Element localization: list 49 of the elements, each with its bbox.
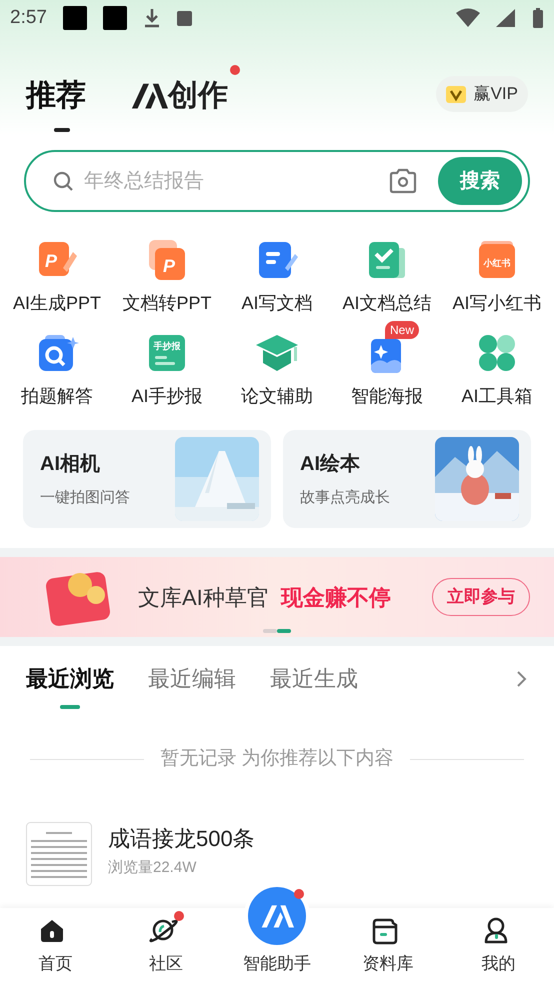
card-subtitle: 故事点亮成长 [300, 488, 391, 508]
tool-button[interactable]: 拍题解答 [2, 321, 112, 410]
promo-banner[interactable]: 文库AI种草官 现金赚不停 立即参与 [0, 557, 554, 637]
card-subtitle: 一键拍图问答 [40, 488, 131, 508]
header-tab[interactable]: 推荐 [26, 65, 98, 132]
banner-title: 文库AI种草官 [138, 584, 269, 612]
recent-tab[interactable]: 最近编辑 [148, 662, 236, 709]
join-button[interactable]: 立即参与 [432, 578, 530, 616]
tool-button[interactable]: P AI生成PPT [2, 228, 112, 317]
nav-item[interactable]: 我的 [443, 908, 554, 984]
feature-card[interactable]: AI绘本 故事点亮成长 [283, 430, 531, 528]
tool-button[interactable]: 手抄报 AI手抄报 [112, 321, 222, 410]
recent-tab[interactable]: 最近生成 [270, 662, 358, 709]
nav-item[interactable]: 智能助手 [222, 874, 332, 984]
status-time: 2:57 [10, 6, 47, 30]
tool-button[interactable]: New 智能海报 [332, 321, 442, 410]
search-input[interactable]: 年终总结报告 [84, 166, 378, 196]
download-icon [142, 7, 161, 29]
document-views: 浏览量22.4W [108, 858, 198, 878]
tool-button[interactable]: P 文档转PPT [112, 228, 222, 317]
feature-card[interactable]: AI相机 一键拍图问答 [23, 430, 271, 528]
battery-icon [532, 7, 544, 29]
notification-icon [62, 6, 87, 30]
card-title: AI绘本 [300, 452, 361, 477]
new-badge: New [385, 321, 420, 339]
notification-icon [102, 6, 127, 30]
keyboard-icon [176, 10, 192, 26]
empty-message: 暂无记录 为你推荐以下内容 [160, 747, 394, 771]
nav-item[interactable]: 首页 [0, 908, 111, 984]
chevron-right-icon[interactable] [516, 668, 528, 688]
tool-button[interactable]: AI文档总结 [332, 228, 442, 317]
tool-button[interactable]: AI工具箱 [442, 321, 552, 410]
vip-badge-icon [446, 84, 468, 104]
tool-button[interactable]: 论文辅助 [222, 321, 332, 410]
document-title: 成语接龙500条 [108, 824, 255, 852]
search-icon [52, 170, 74, 192]
tool-button[interactable]: 小红书 AI写小红书 [442, 228, 552, 317]
tool-button[interactable]: AI写文档 [222, 228, 332, 317]
vip-button[interactable]: 赢VIP [436, 76, 528, 112]
signal-icon [496, 8, 516, 28]
recent-tab[interactable]: 最近浏览 [26, 662, 114, 709]
header-tab[interactable]: 创作 [130, 65, 240, 132]
camera-icon [388, 168, 418, 194]
banner-highlight: 现金赚不停 [280, 584, 391, 612]
nav-item[interactable]: 社区 [110, 908, 222, 984]
nav-item[interactable]: 资料库 [332, 908, 444, 984]
card-title: AI相机 [40, 452, 101, 477]
document-thumbnail [26, 822, 92, 886]
wifi-icon [456, 8, 480, 28]
